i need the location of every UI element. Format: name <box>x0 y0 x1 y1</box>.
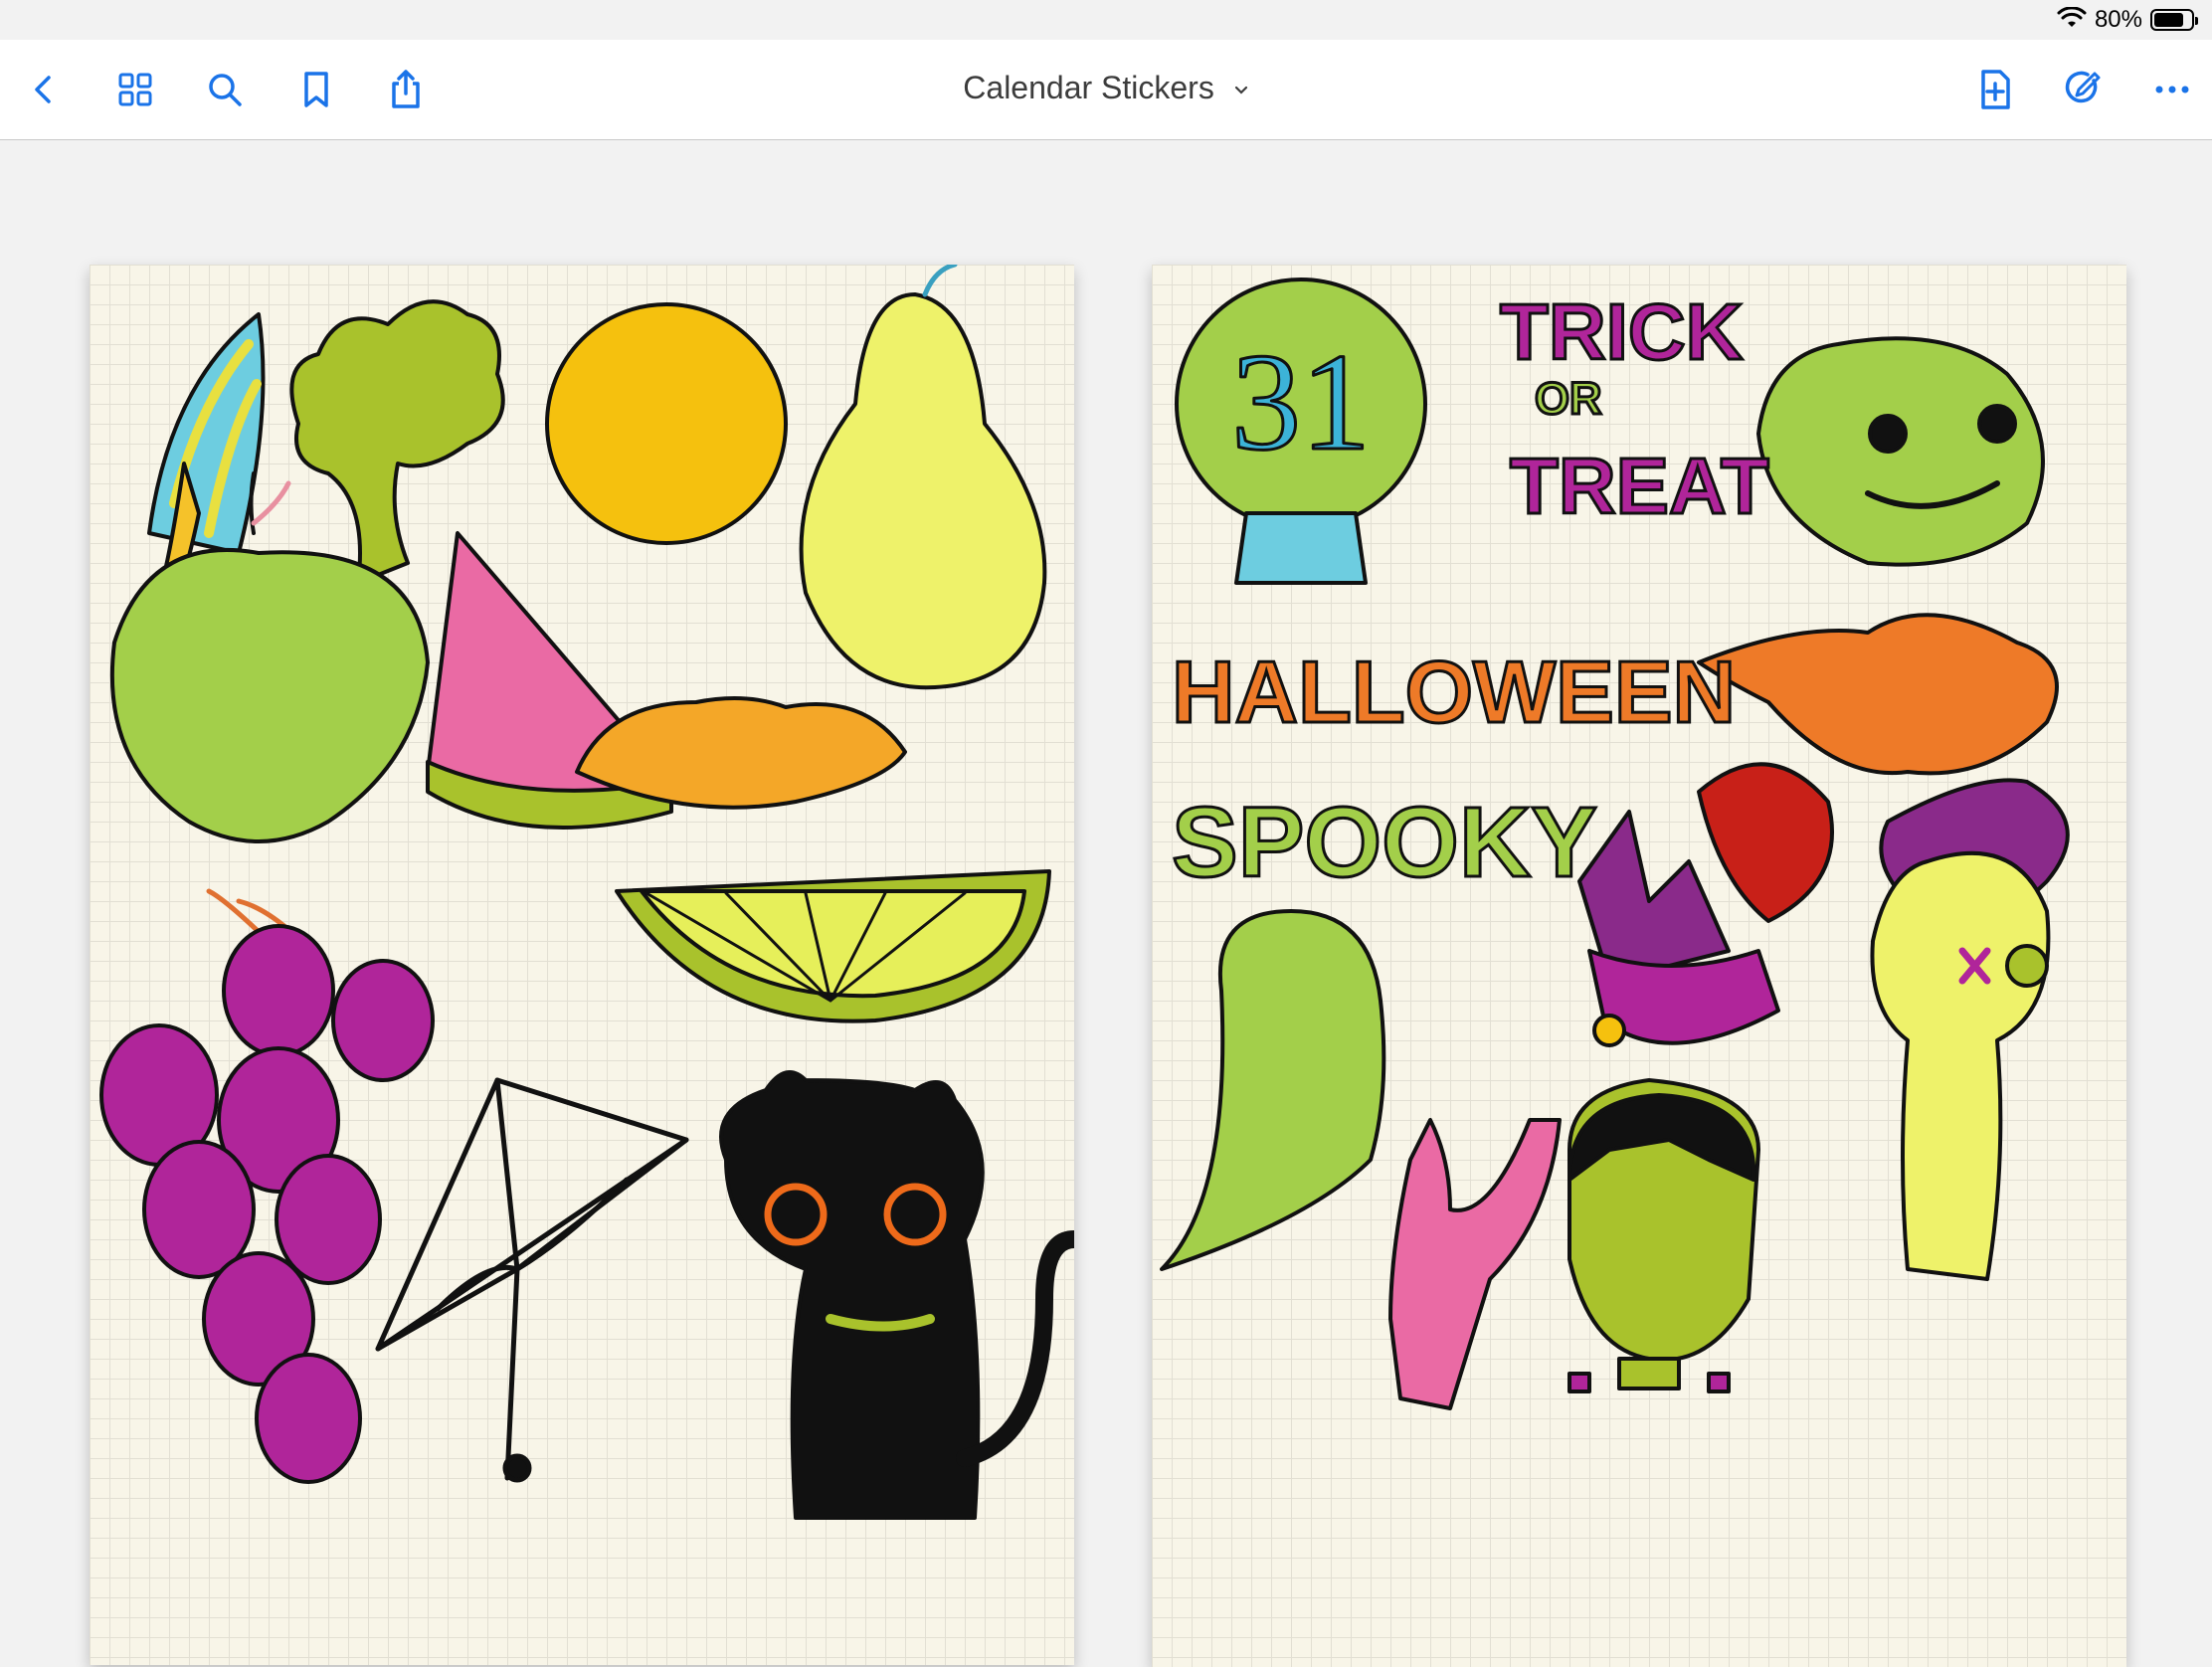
share-button[interactable] <box>380 64 432 115</box>
grid-icon <box>118 73 152 106</box>
ghost-sticker <box>1160 909 1386 1271</box>
lemon-sticker <box>575 696 907 810</box>
or-text: OR <box>1535 373 1602 424</box>
document-canvas[interactable]: 31 TRICK OR TREAT HALLOWEEN SPOOKY <box>0 140 2212 1667</box>
search-button[interactable] <box>199 64 251 115</box>
thumbnails-button[interactable] <box>109 64 161 115</box>
zombie-hand-sticker <box>1388 1118 1562 1410</box>
markup-button[interactable] <box>2057 64 2109 115</box>
add-page-icon <box>1981 70 2010 109</box>
oak-leaf-sticker <box>1697 613 2059 776</box>
orange-sticker <box>545 302 788 545</box>
fruit-sticker-page[interactable] <box>90 265 1074 1665</box>
back-button[interactable] <box>18 64 70 115</box>
back-chevron-icon <box>35 76 51 103</box>
share-icon <box>392 70 420 108</box>
broccoli-sticker <box>289 299 505 585</box>
bookmark-icon <box>304 72 328 107</box>
trick-text: TRICK <box>1500 287 1744 376</box>
halloween-sticker-artwork: 31 TRICK OR TREAT HALLOWEEN SPOOKY <box>1160 278 2070 1410</box>
spooky-text: SPOOKY <box>1172 787 1597 898</box>
spider-web-sticker <box>375 1077 689 1483</box>
apple-sticker <box>109 547 430 843</box>
black-cat-sticker <box>719 1070 1074 1520</box>
halloween-text: HALLOWEEN <box>1172 643 1736 741</box>
crystal-ball-sticker: 31 <box>1175 278 1427 585</box>
document-title-menu[interactable]: Calendar Stickers <box>963 70 1248 105</box>
document-toolbar: Calendar Stickers <box>0 40 2212 140</box>
frankenstein-sticker <box>1567 1078 1760 1393</box>
battery-percent: 80% <box>2094 6 2142 33</box>
bookmark-button[interactable] <box>290 64 342 115</box>
halloween-sticker-page[interactable]: 31 TRICK OR TREAT HALLOWEEN SPOOKY <box>1152 265 2126 1667</box>
markup-pen-icon <box>2065 71 2101 103</box>
document-title: Calendar Stickers <box>963 70 1214 105</box>
fruit-sticker-artwork <box>99 265 1074 1520</box>
search-icon <box>209 74 242 106</box>
voodoo-doll-sticker <box>1870 850 2051 1281</box>
more-icon <box>2155 86 2189 93</box>
pear-sticker <box>799 292 1047 690</box>
pumpkin-sticker <box>1756 336 2045 567</box>
battery-icon <box>2150 9 2198 31</box>
crystal-ball-number: 31 <box>1231 325 1371 479</box>
add-page-button[interactable] <box>1969 64 2021 115</box>
wifi-icon <box>2057 5 2087 34</box>
more-button[interactable] <box>2146 64 2198 115</box>
treat-text: TREAT <box>1510 442 1769 530</box>
grapes-sticker <box>99 888 435 1484</box>
status-bar: 80% <box>0 0 2212 40</box>
red-leaf-sticker <box>1697 762 1834 923</box>
battery-cap <box>2195 17 2198 25</box>
status-indicators: 80% <box>2057 5 2198 34</box>
battery-level-fill <box>2154 13 2183 27</box>
chevron-down-icon <box>1234 86 1247 94</box>
